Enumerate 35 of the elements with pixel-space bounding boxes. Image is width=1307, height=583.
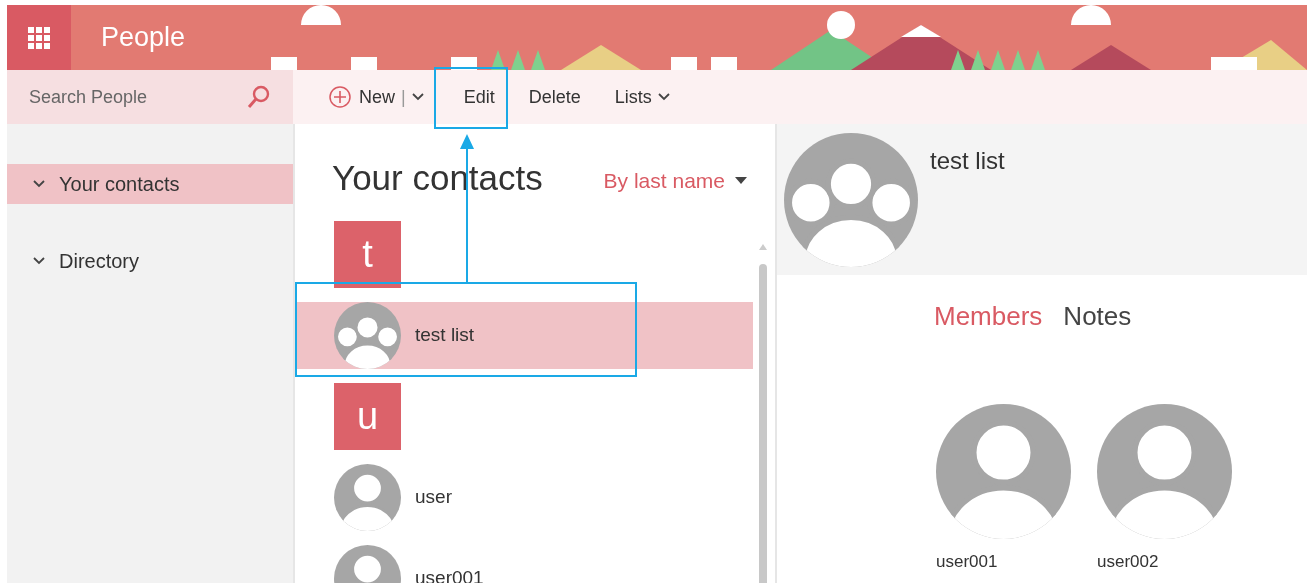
lists-menu-button[interactable]: Lists xyxy=(602,83,682,111)
chevron-down-icon xyxy=(411,93,424,101)
chevron-down-icon xyxy=(33,257,45,265)
plus-circle-icon xyxy=(329,86,351,108)
letter-header: u xyxy=(334,383,401,450)
waffle-icon xyxy=(28,26,50,49)
contact-name: test list xyxy=(930,146,1005,176)
chevron-down-icon xyxy=(33,180,45,188)
chevron-down-icon xyxy=(657,93,670,101)
member-name: user002 xyxy=(1097,551,1159,573)
separator-text: | xyxy=(401,85,406,109)
new-button[interactable]: New xyxy=(329,83,395,111)
detail-tab[interactable]: Notes xyxy=(1063,297,1132,336)
person-avatar-icon xyxy=(936,404,1071,539)
toolbar-button[interactable]: Delete xyxy=(516,83,593,111)
group-avatar-icon xyxy=(334,302,401,369)
app-title: People xyxy=(101,21,186,55)
toolbar-button[interactable]: Edit xyxy=(451,83,507,111)
letter-header: t xyxy=(334,221,401,288)
sort-dropdown[interactable]: By last name xyxy=(603,164,747,198)
person-avatar-icon xyxy=(1097,404,1232,539)
new-menu-button[interactable] xyxy=(411,93,424,101)
search-field[interactable]: Search People xyxy=(7,70,293,124)
member-name: user001 xyxy=(936,551,998,573)
caret-down-icon xyxy=(735,176,747,184)
scrollbar-thumb[interactable] xyxy=(759,264,767,583)
scroll-up-icon xyxy=(759,244,767,250)
search-icon xyxy=(247,85,271,109)
detail-tab[interactable]: Members xyxy=(934,297,1043,336)
sidebar-item[interactable]: Your contacts xyxy=(7,164,293,204)
group-avatar-icon xyxy=(784,133,918,267)
search-input[interactable]: Search People xyxy=(29,83,229,111)
app-launcher-button[interactable] xyxy=(7,5,71,70)
contact-row[interactable]: test list xyxy=(295,302,753,369)
sidebar-item[interactable]: Directory xyxy=(7,241,293,281)
